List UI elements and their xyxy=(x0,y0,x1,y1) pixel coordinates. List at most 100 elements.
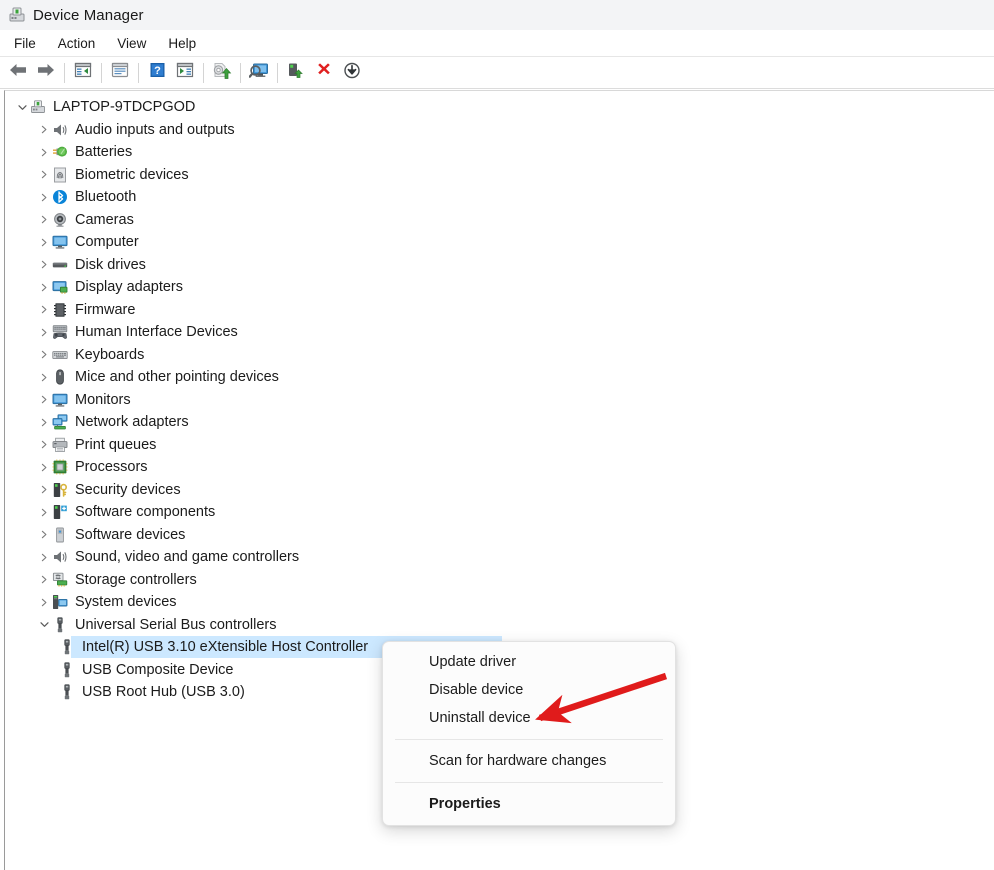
tree-node-label: Mice and other pointing devices xyxy=(75,369,279,386)
tree-node-software-components[interactable]: Software components xyxy=(5,501,994,524)
forward-button[interactable] xyxy=(32,60,60,86)
toolbar-separator-1 xyxy=(64,62,65,83)
tree-node-network-adapters[interactable]: Network adapters xyxy=(5,411,994,434)
tree-node-print-queues[interactable]: Print queues xyxy=(5,434,994,457)
bluetooth-icon xyxy=(52,189,68,205)
chevron-right-icon[interactable] xyxy=(36,276,52,298)
menu-file[interactable]: File xyxy=(3,33,47,54)
chevron-right-icon[interactable] xyxy=(36,546,52,568)
tree-node-firmware[interactable]: Firmware xyxy=(5,299,994,322)
help-button[interactable]: ? xyxy=(143,60,171,86)
tree-node-keyboards[interactable]: Keyboards xyxy=(5,344,994,367)
tree-node-system-devices[interactable]: System devices xyxy=(5,591,994,614)
tree-node-label: Print queues xyxy=(75,436,157,453)
chevron-down-icon[interactable] xyxy=(36,614,52,636)
fingerprint-icon xyxy=(52,167,68,183)
tree-node-label: Biometric devices xyxy=(75,166,189,183)
tree-node-root[interactable]: LAPTOP-9TDCPGOD xyxy=(5,96,994,119)
context-menu[interactable]: Update driver Disable device Uninstall d… xyxy=(382,641,676,826)
usb-icon xyxy=(59,662,75,678)
tree-node-sound-video-and-game-controllers[interactable]: Sound, video and game controllers xyxy=(5,546,994,569)
tree-node-storage-controllers[interactable]: Storage controllers xyxy=(5,569,994,592)
chevron-right-icon[interactable] xyxy=(36,501,52,523)
chevron-right-icon[interactable] xyxy=(36,299,52,321)
usb-icon xyxy=(59,639,75,655)
properties-button[interactable] xyxy=(106,60,134,86)
tree-node-label: USB Composite Device xyxy=(82,661,234,678)
chevron-right-icon[interactable] xyxy=(36,591,52,613)
chevron-right-icon[interactable] xyxy=(36,186,52,208)
show-hide-console-tree-button[interactable] xyxy=(69,60,97,86)
tree-node-label: System devices xyxy=(75,594,177,611)
chevron-right-icon[interactable] xyxy=(36,366,52,388)
enable-device-button[interactable] xyxy=(282,60,310,86)
install-legacy-driver-button[interactable] xyxy=(338,60,366,86)
device-tree: LAPTOP-9TDCPGOD Audio inputs and outputs xyxy=(5,91,994,704)
back-button[interactable] xyxy=(4,60,32,86)
chevron-right-icon[interactable] xyxy=(36,321,52,343)
context-menu-item-properties[interactable]: Properties xyxy=(383,790,675,818)
menu-action[interactable]: Action xyxy=(47,33,107,54)
context-menu-item-disable-device[interactable]: Disable device xyxy=(383,676,675,704)
enable-device-icon xyxy=(287,62,305,84)
battery-icon xyxy=(52,144,68,160)
chevron-right-icon[interactable] xyxy=(36,569,52,591)
show-hide-action-pane-button[interactable] xyxy=(171,60,199,86)
chevron-down-icon[interactable] xyxy=(14,96,30,118)
update-driver-button[interactable] xyxy=(208,60,236,86)
forward-arrow-icon xyxy=(36,62,56,83)
chevron-right-icon[interactable] xyxy=(36,479,52,501)
context-menu-item-scan-for-hardware-changes[interactable]: Scan for hardware changes xyxy=(383,747,675,775)
tree-node-mice-and-other-pointing-devices[interactable]: Mice and other pointing devices xyxy=(5,366,994,389)
properties-icon xyxy=(111,62,129,83)
tree-node-monitors[interactable]: Monitors xyxy=(5,389,994,412)
chevron-right-icon[interactable] xyxy=(36,119,52,141)
software-component-icon xyxy=(52,504,68,520)
tree-node-human-interface-devices[interactable]: Human Interface Devices xyxy=(5,321,994,344)
tree-node-label: Sound, video and game controllers xyxy=(75,549,300,566)
window-title: Device Manager xyxy=(33,6,144,24)
chevron-right-icon[interactable] xyxy=(36,141,52,163)
back-arrow-icon xyxy=(8,62,28,83)
firmware-chip-icon xyxy=(52,302,68,318)
context-menu-item-update-driver[interactable]: Update driver xyxy=(383,648,675,676)
tree-node-label: Cameras xyxy=(75,211,134,228)
tree-node-security-devices[interactable]: Security devices xyxy=(5,479,994,502)
menu-help[interactable]: Help xyxy=(157,33,207,54)
chevron-right-icon[interactable] xyxy=(36,456,52,478)
chevron-right-icon[interactable] xyxy=(36,434,52,456)
device-manager-window: Device Manager File Action View Help ? L… xyxy=(0,0,994,870)
tree-node-root-label: LAPTOP-9TDCPGOD xyxy=(53,99,196,116)
tree-node-label: Disk drives xyxy=(75,256,146,273)
tree-node-batteries[interactable]: Batteries xyxy=(5,141,994,164)
usb-icon xyxy=(52,617,68,633)
scan-hardware-changes-button[interactable] xyxy=(245,60,273,86)
tree-node-display-adapters[interactable]: Display adapters xyxy=(5,276,994,299)
chevron-right-icon[interactable] xyxy=(36,411,52,433)
tree-node-cameras[interactable]: Cameras xyxy=(5,209,994,232)
chevron-right-icon[interactable] xyxy=(36,164,52,186)
toolbar-separator-2 xyxy=(101,62,102,83)
context-menu-item-uninstall-device[interactable]: Uninstall device xyxy=(383,704,675,732)
tree-node-universal-serial-bus-controllers[interactable]: Universal Serial Bus controllers xyxy=(5,614,994,637)
tree-node-processors[interactable]: Processors xyxy=(5,456,994,479)
chevron-right-icon[interactable] xyxy=(36,254,52,276)
tree-node-computer[interactable]: Computer xyxy=(5,231,994,254)
chevron-right-icon[interactable] xyxy=(36,209,52,231)
svg-text:?: ? xyxy=(154,65,161,77)
tree-node-biometric-devices[interactable]: Biometric devices xyxy=(5,164,994,187)
tree-node-bluetooth[interactable]: Bluetooth xyxy=(5,186,994,209)
storage-controller-icon xyxy=(52,572,68,588)
scan-hardware-changes-icon xyxy=(248,62,269,84)
software-device-icon xyxy=(52,527,68,543)
uninstall-device-button[interactable] xyxy=(310,60,338,86)
chevron-right-icon[interactable] xyxy=(36,231,52,253)
menu-view[interactable]: View xyxy=(106,33,157,54)
tree-node-audio-inputs-and-outputs[interactable]: Audio inputs and outputs xyxy=(5,119,994,142)
computer-root-icon xyxy=(30,99,46,115)
chevron-right-icon[interactable] xyxy=(36,389,52,411)
tree-node-disk-drives[interactable]: Disk drives xyxy=(5,254,994,277)
chevron-right-icon[interactable] xyxy=(36,524,52,546)
tree-node-software-devices[interactable]: Software devices xyxy=(5,524,994,547)
chevron-right-icon[interactable] xyxy=(36,344,52,366)
